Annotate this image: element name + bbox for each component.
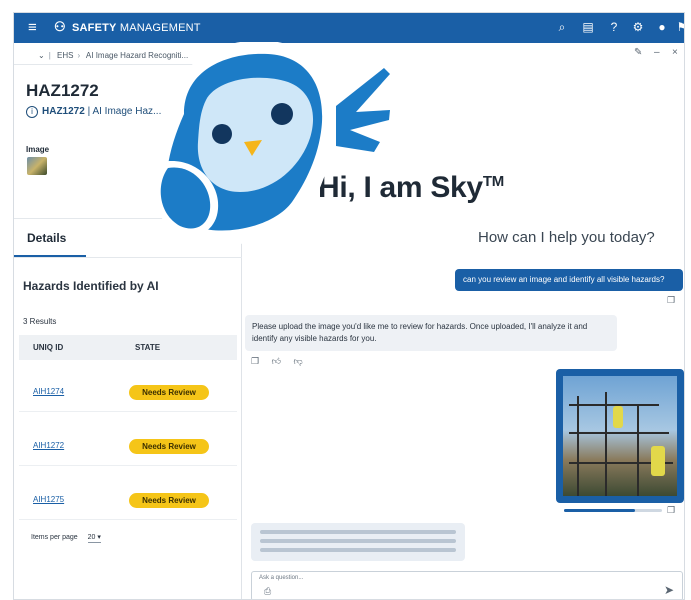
uploaded-image-message[interactable] bbox=[556, 369, 684, 503]
scaffold-post bbox=[605, 392, 607, 496]
placeholder-line bbox=[260, 530, 456, 534]
breadcrumb-chevron-icon[interactable]: ⌄ bbox=[38, 51, 45, 60]
divider bbox=[14, 257, 242, 258]
status-badge: Needs Review bbox=[129, 439, 209, 454]
worker-figure bbox=[651, 446, 665, 476]
chat-input-placeholder: Ask a question... bbox=[259, 575, 304, 581]
trademark: TM bbox=[482, 173, 504, 190]
chevron-down-icon: ▾ bbox=[97, 534, 101, 541]
document-icon[interactable]: ▤ bbox=[580, 19, 596, 35]
upload-progress-fill bbox=[564, 509, 635, 512]
thumbs-down-icon[interactable]: 👎︎ bbox=[294, 356, 303, 366]
app-title-rest: MANAGEMENT bbox=[116, 22, 201, 34]
pagination: Items per page 20 ▾ bbox=[31, 533, 101, 543]
help-prompt: How can I help you today? bbox=[478, 229, 655, 246]
info-icon[interactable]: i bbox=[26, 106, 38, 118]
record-separator: | bbox=[87, 106, 91, 117]
app-title-bold: SAFETY bbox=[72, 22, 117, 34]
user-icon[interactable]: ● bbox=[654, 19, 670, 35]
placeholder-line bbox=[260, 548, 456, 552]
send-icon[interactable]: ➤ bbox=[664, 583, 674, 597]
hazard-id-link[interactable]: AIH1274 bbox=[33, 387, 64, 396]
row-divider bbox=[19, 465, 237, 466]
scaffold-post bbox=[637, 406, 639, 496]
items-per-page-select[interactable]: 20 ▾ bbox=[87, 534, 101, 543]
people-icon: ⚇ bbox=[54, 19, 66, 34]
hazards-heading: Hazards Identified by AI bbox=[23, 279, 159, 293]
worker-figure bbox=[613, 406, 623, 428]
copy-icon[interactable]: ❐ bbox=[667, 505, 675, 516]
top-bar: ≡ ⚇ SAFETY MANAGEMENT ⌕ ▤ ? ⚙ ● ⚑ bbox=[14, 13, 684, 43]
search-icon[interactable]: ⌕ bbox=[554, 19, 570, 35]
record-id: HAZ1272 bbox=[42, 106, 85, 117]
thumbs-up-icon[interactable]: 👍︎ bbox=[272, 356, 281, 366]
minimize-icon[interactable]: – bbox=[654, 47, 660, 58]
hazard-id-link[interactable]: AIH1275 bbox=[33, 495, 64, 504]
items-per-page-label: Items per page bbox=[31, 534, 78, 541]
placeholder-line bbox=[260, 539, 456, 543]
flag-icon[interactable]: ⚑ bbox=[674, 19, 684, 35]
right-eye bbox=[271, 103, 293, 125]
settings-icon[interactable]: ⚙ bbox=[630, 19, 646, 35]
typing-indicator bbox=[251, 523, 465, 561]
column-header-id[interactable]: UNIQ ID bbox=[33, 343, 63, 352]
status-badge: Needs Review bbox=[129, 385, 209, 400]
message-actions: ❐ 👍︎ 👎︎ bbox=[251, 356, 313, 367]
bot-message: Please upload the image you'd like me to… bbox=[245, 315, 617, 351]
items-per-page-value: 20 bbox=[87, 534, 96, 541]
results-count: 3 Results bbox=[23, 317, 57, 326]
app-window: ≡ ⚇ SAFETY MANAGEMENT ⌕ ▤ ? ⚙ ● ⚑ ⌄ | EHS… bbox=[13, 12, 685, 600]
row-divider bbox=[19, 519, 237, 520]
image-label: Image bbox=[26, 145, 50, 154]
image-thumbnail[interactable] bbox=[27, 157, 47, 175]
record-title: HAZ1272 bbox=[26, 81, 99, 100]
attach-icon[interactable]: ⎙ bbox=[264, 586, 271, 597]
copy-icon[interactable]: ❐ bbox=[251, 356, 259, 366]
pin-icon[interactable]: ✎ bbox=[634, 47, 642, 58]
hazard-id-link[interactable]: AIH1272 bbox=[33, 441, 64, 450]
breadcrumb-item-ehs[interactable]: EHS bbox=[57, 51, 73, 60]
close-icon[interactable]: × bbox=[672, 47, 678, 58]
upload-progress-bar bbox=[564, 509, 662, 512]
copy-icon[interactable]: ❐ bbox=[667, 295, 675, 306]
scaffold-post bbox=[577, 396, 579, 496]
table-header: UNIQ ID STATE bbox=[19, 335, 237, 360]
left-eye bbox=[212, 124, 232, 144]
scaffold-beam bbox=[569, 432, 669, 434]
column-header-state[interactable]: STATE bbox=[135, 343, 160, 352]
tab-details[interactable]: Details bbox=[27, 231, 66, 245]
sky-mascot-logo bbox=[152, 42, 398, 245]
help-icon[interactable]: ? bbox=[606, 19, 622, 35]
app-title: SAFETY MANAGEMENT bbox=[72, 22, 201, 34]
user-message: can you review an image and identify all… bbox=[455, 269, 683, 291]
hamburger-icon[interactable]: ≡ bbox=[28, 20, 37, 35]
status-badge: Needs Review bbox=[129, 493, 209, 508]
row-divider bbox=[19, 411, 237, 412]
chat-input[interactable]: Ask a question... ⎙ ➤ bbox=[251, 571, 683, 599]
uploaded-photo bbox=[563, 376, 677, 496]
